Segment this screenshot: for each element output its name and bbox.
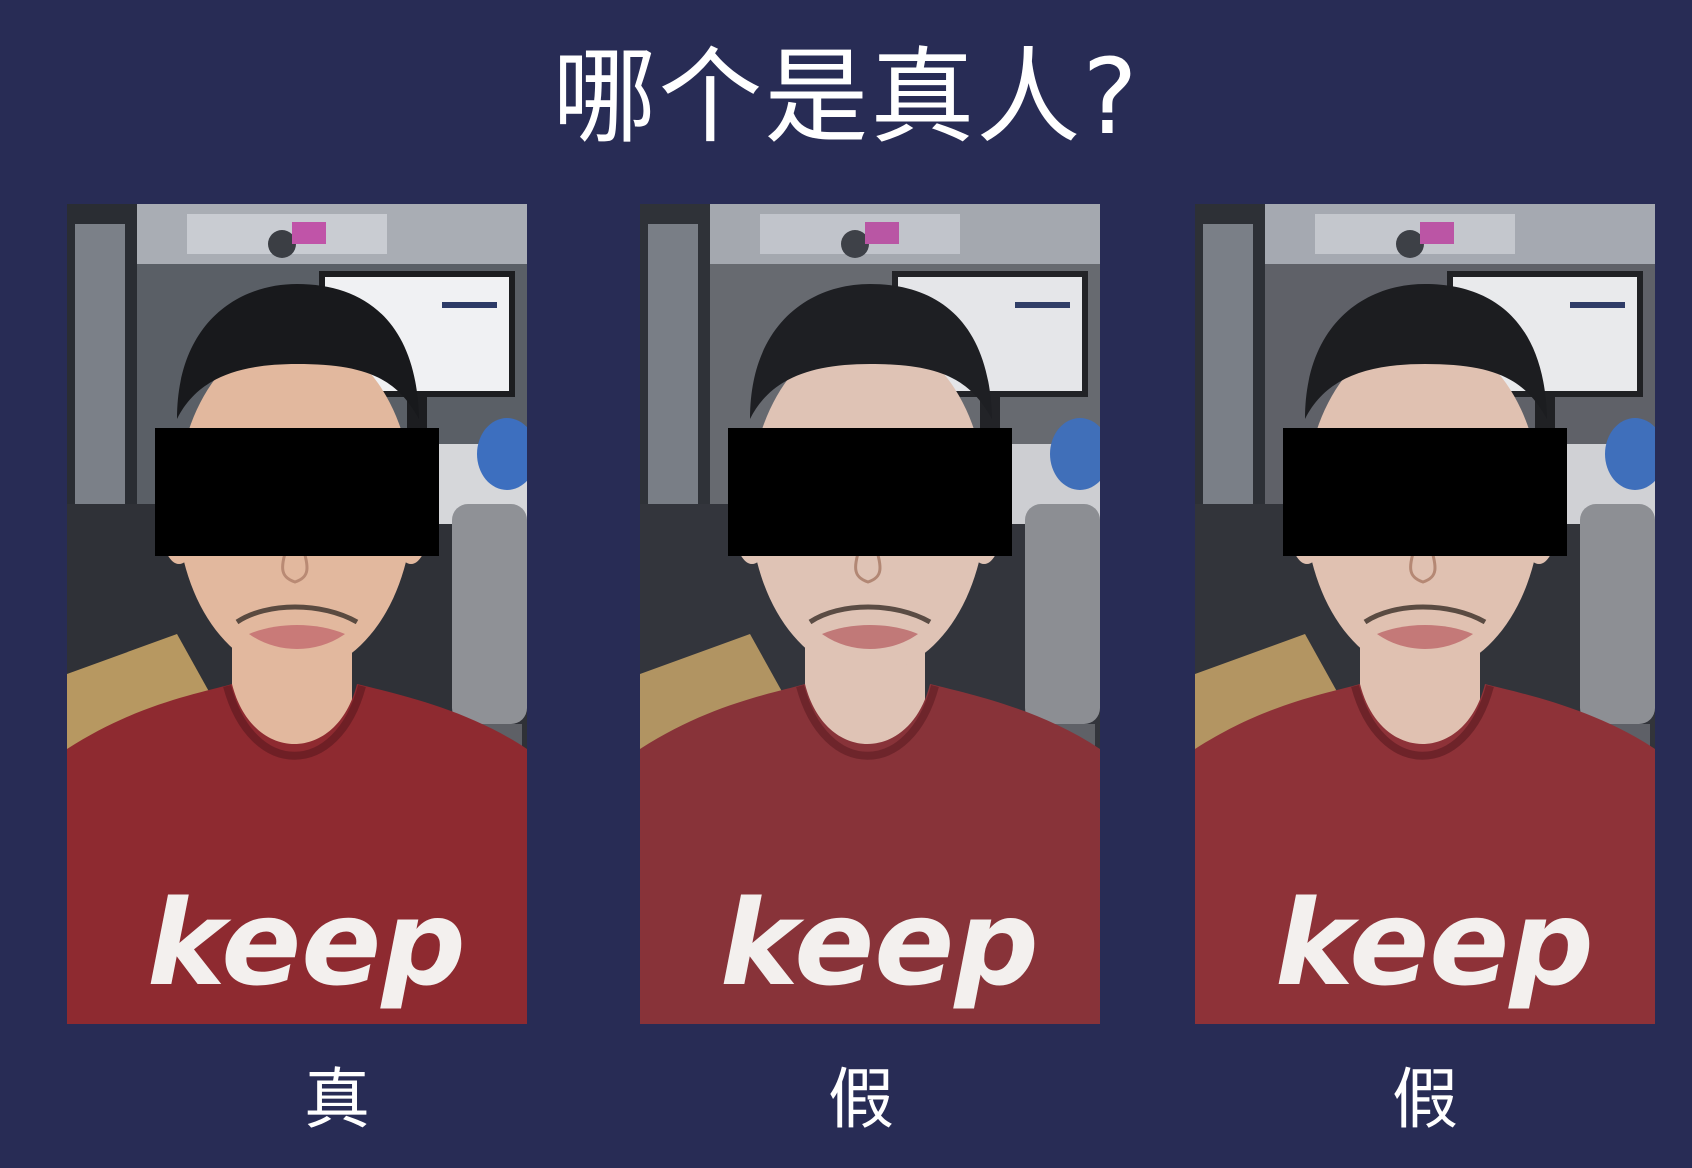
caption-fake-1: 假 xyxy=(828,1061,894,1138)
caption-fake-2: 假 xyxy=(1392,1061,1458,1138)
page-title: 哪个是真人? xyxy=(552,36,1140,158)
photo-scene: keep xyxy=(1195,204,1655,1024)
photo-panel-real: keep xyxy=(67,204,527,1024)
photo-panel-fake-2: keep xyxy=(1195,204,1655,1024)
photo-scene: keep xyxy=(67,204,527,1024)
photo-panel-fake-1: keep xyxy=(640,204,1100,1024)
photo-scene: keep xyxy=(640,204,1100,1024)
redaction-bar xyxy=(728,428,1012,556)
redaction-bar xyxy=(155,428,439,556)
caption-real: 真 xyxy=(304,1061,370,1138)
redaction-bar xyxy=(1283,428,1567,556)
shirt-logo-text: keep xyxy=(720,874,1039,1012)
shirt-logo-text: keep xyxy=(1275,874,1594,1012)
shirt-logo-text: keep xyxy=(147,874,466,1012)
